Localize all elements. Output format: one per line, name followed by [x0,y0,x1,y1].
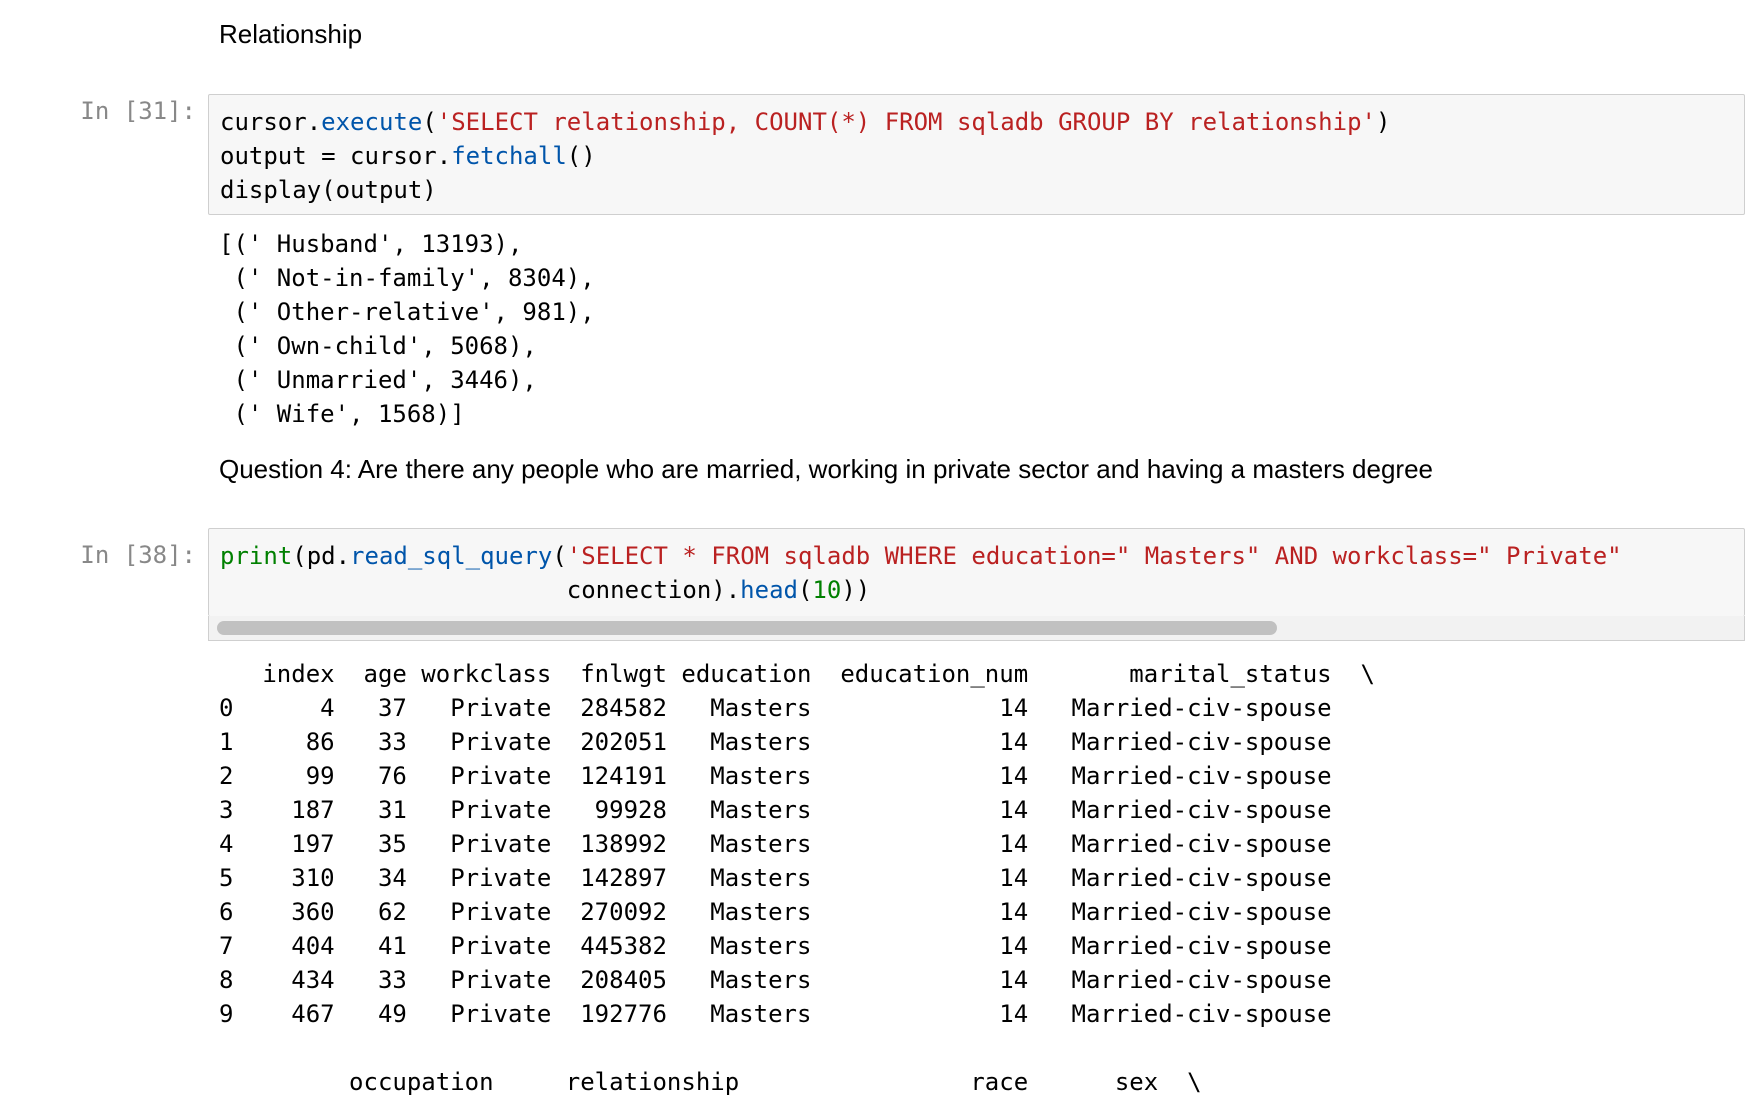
code-token: () [566,142,596,170]
cell-38-code[interactable]: print(pd.read_sql_query('SELECT * FROM s… [209,529,1744,607]
output-line: 8 434 33 Private 208405 Masters 14 Marri… [219,966,1332,994]
output-line: occupation relationship race sex \ [219,1068,1202,1096]
code-token: ( [797,576,813,604]
output-line: 5 310 34 Private 142897 Masters 14 Marri… [219,864,1332,892]
code-token: head [740,576,798,604]
code-token: read_sql_query [350,542,553,570]
output-line: (' Not-in-family', 8304), [219,264,595,292]
code-token: output = cursor. [220,142,452,170]
code-token: fetchall [451,142,567,170]
output-line: 9 467 49 Private 192776 Masters 14 Marri… [219,1000,1332,1028]
code-token: 'SELECT relationship, COUNT(*) FROM sqla… [436,108,1376,136]
output-line: 4 197 35 Private 138992 Masters 14 Marri… [219,830,1332,858]
cell-38-horizontal-scrollbar[interactable] [208,616,1745,641]
code-token: cursor. [220,108,322,136]
markdown-relationship: Relationship [219,19,363,49]
cell-38-output: index age workclass fnlwgt education edu… [219,657,1375,1099]
cell-31-prompt: In [31]: [80,97,196,125]
code-token: display(output) [220,176,437,204]
markdown-question-4: Question 4: Are there any people who are… [219,454,1434,484]
code-token: 10 [812,576,842,604]
output-line: 0 4 37 Private 284582 Masters 14 Married… [219,694,1332,722]
code-token: execute [321,108,423,136]
cell-31-code[interactable]: cursor.execute('SELECT relationship, COU… [209,95,1744,207]
output-line: 1 86 33 Private 202051 Masters 14 Marrie… [219,728,1332,756]
code-token: print [220,542,293,570]
output-line: 6 360 62 Private 270092 Masters 14 Marri… [219,898,1332,926]
code-token: )) [841,576,871,604]
output-line: [(' Husband', 13193), [219,230,523,258]
cell-31-input[interactable]: cursor.execute('SELECT relationship, COU… [208,94,1745,215]
output-line: (' Unmarried', 3446), [219,366,537,394]
output-line: (' Own-child', 5068), [219,332,537,360]
code-token: ) [1375,108,1391,136]
cell-38-input[interactable]: print(pd.read_sql_query('SELECT * FROM s… [208,528,1745,616]
output-line: (' Wife', 1568)] [219,400,465,428]
cell-31-output: [(' Husband', 13193), (' Not-in-family',… [219,227,595,431]
output-line: 2 99 76 Private 124191 Masters 14 Marrie… [219,762,1332,790]
output-line: (' Other-relative', 981), [219,298,595,326]
scrollbar-thumb[interactable] [217,621,1277,635]
output-line: 7 404 41 Private 445382 Masters 14 Marri… [219,932,1332,960]
code-token: connection). [220,576,741,604]
code-token: ( [422,108,437,136]
code-token: 'SELECT * FROM sqladb WHERE education=" … [566,542,1622,570]
cell-38-prompt: In [38]: [80,541,196,569]
output-line: 3 187 31 Private 99928 Masters 14 Marrie… [219,796,1332,824]
code-token: (pd. [292,542,351,570]
code-token: ( [552,542,567,570]
output-line: index age workclass fnlwgt education edu… [219,660,1375,688]
